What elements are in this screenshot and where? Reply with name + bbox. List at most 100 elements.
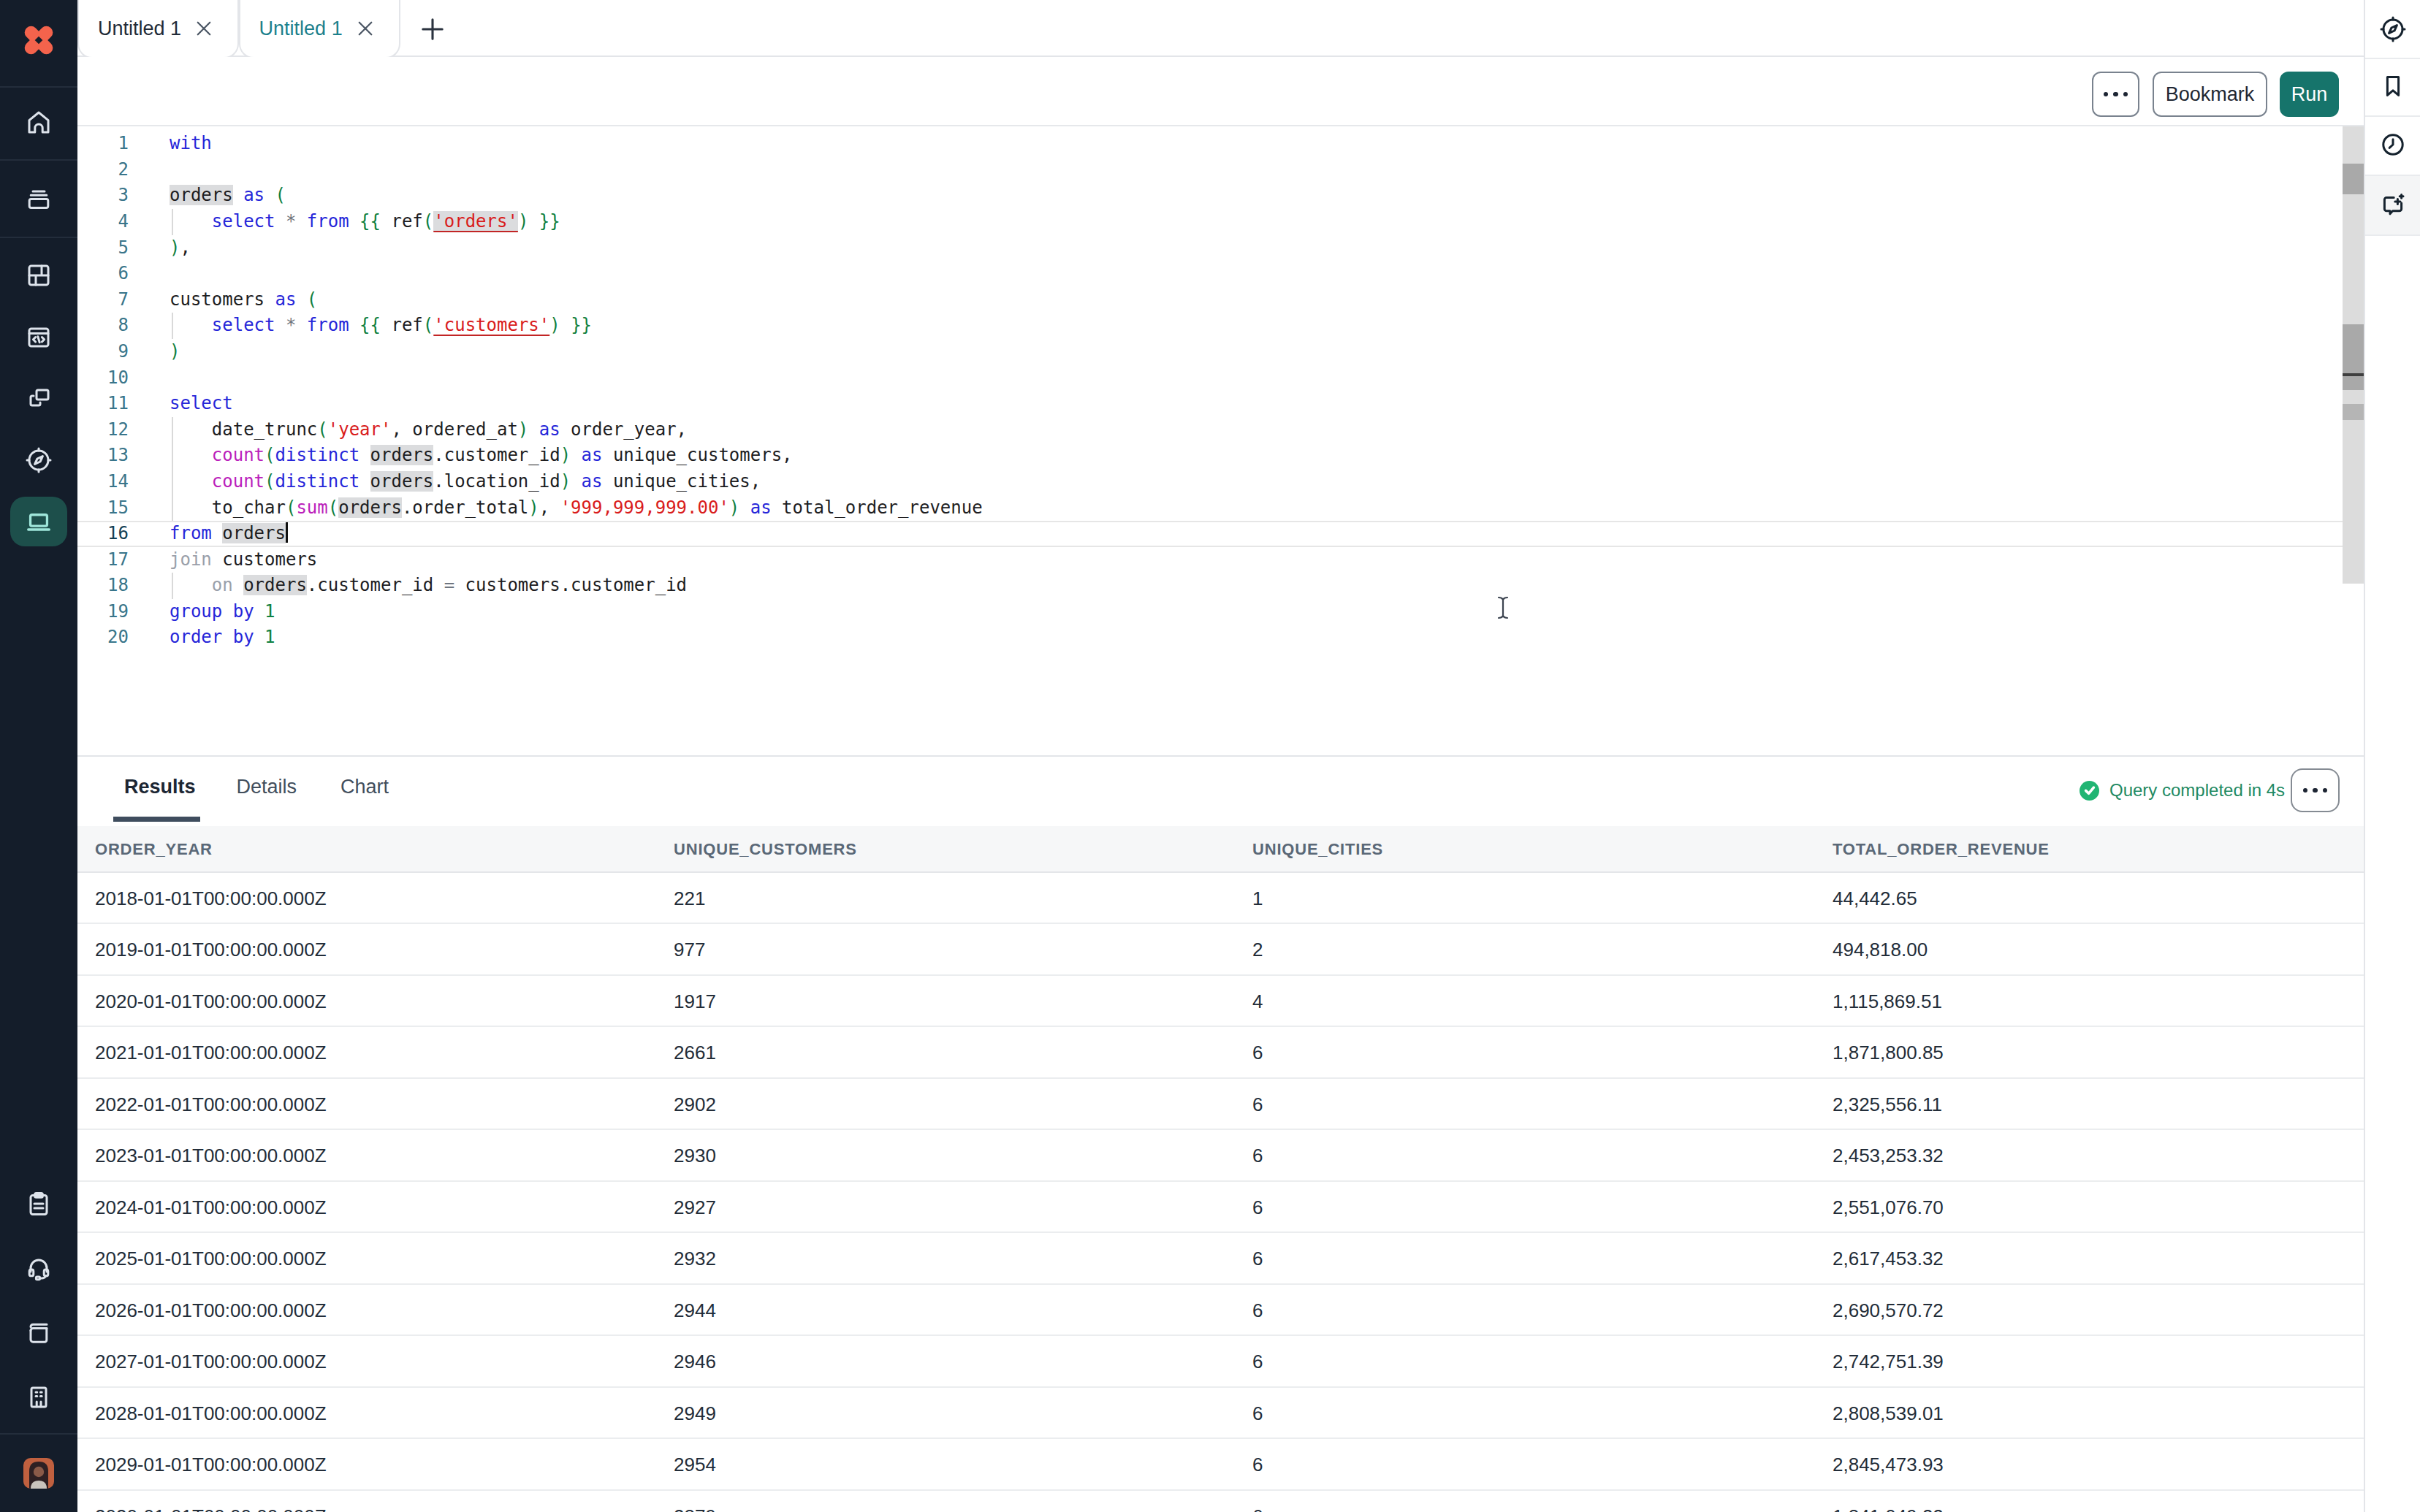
- column-header[interactable]: UNIQUE_CITIES: [1252, 826, 1383, 873]
- check-circle-icon: [2080, 781, 2099, 801]
- line-number-gutter: 1234567891011121314151617181920: [77, 131, 129, 651]
- sidebar-item-laptop-active[interactable]: [10, 497, 67, 546]
- right-sidebar-item-clock[interactable]: [2378, 130, 2408, 159]
- line-number: 8: [77, 313, 129, 339]
- scrollbar-cursor-mark: [2343, 373, 2364, 376]
- indent-guide: [172, 573, 173, 599]
- table-row[interactable]: 2025-01-01T00:00:00.000Z293262,617,453.3…: [77, 1233, 2364, 1285]
- sidebar-item-code-window[interactable]: [24, 323, 53, 352]
- table-row[interactable]: 2027-01-01T00:00:00.000Z294662,742,751.3…: [77, 1336, 2364, 1388]
- line-number: 15: [77, 495, 129, 522]
- table-row[interactable]: 2026-01-01T00:00:00.000Z294462,690,570.7…: [77, 1285, 2364, 1337]
- code-window-icon: [24, 323, 53, 352]
- headset-icon: [24, 1253, 53, 1283]
- sql-editor[interactable]: 1234567891011121314151617181920 withorde…: [77, 126, 2343, 755]
- tab-2[interactable]: Untitled 1: [239, 0, 400, 58]
- new-tab-button[interactable]: [416, 13, 449, 45]
- table-row[interactable]: 2028-01-01T00:00:00.000Z294962,808,539.0…: [77, 1388, 2364, 1440]
- table-cell: 221: [674, 873, 705, 925]
- right-sidebar-item-bookmark[interactable]: [2378, 72, 2408, 101]
- run-button[interactable]: Run: [2280, 72, 2339, 117]
- table-cell: 2018-01-01T00:00:00.000Z: [95, 873, 327, 925]
- close-icon[interactable]: [196, 20, 212, 37]
- code-line: count(distinct orders.location_id) as un…: [170, 469, 983, 495]
- table-row[interactable]: 2023-01-01T00:00:00.000Z293062,453,253.3…: [77, 1130, 2364, 1182]
- sidebar-item-home[interactable]: [24, 108, 53, 137]
- table-cell: 44,442.65: [1833, 873, 1917, 925]
- right-sidebar-item-ai-chat[interactable]: [2378, 190, 2408, 219]
- code-line: ): [170, 339, 983, 365]
- table-cell: 2030-01-01T00:00:00.000Z: [95, 1491, 327, 1512]
- sidebar-item-headset[interactable]: [24, 1253, 53, 1283]
- results-tab-details[interactable]: Details: [236, 776, 297, 798]
- hex-logo[interactable]: [19, 20, 58, 60]
- editor-scrollbar[interactable]: [2343, 126, 2364, 584]
- table-cell: 2021-01-01T00:00:00.000Z: [95, 1027, 327, 1079]
- sidebar-divider: [0, 86, 77, 88]
- table-row[interactable]: 2022-01-01T00:00:00.000Z290262,325,556.1…: [77, 1079, 2364, 1131]
- sidebar-item-book[interactable]: [24, 1318, 53, 1347]
- scrollbar-thumb[interactable]: [2343, 164, 2364, 194]
- right-sidebar-item-compass[interactable]: [2378, 15, 2408, 44]
- sidebar-item-compass[interactable]: [24, 446, 53, 475]
- table-cell: 2949: [674, 1388, 716, 1440]
- table-body: 2018-01-01T00:00:00.000Z 221 1 44,442.65201…: [77, 873, 2364, 1512]
- bookmark-button[interactable]: Bookmark: [2153, 72, 2267, 117]
- results-tab-chart[interactable]: Chart: [340, 776, 389, 798]
- line-number: 18: [77, 573, 129, 599]
- table-row[interactable]: 2030-01-01T00:00:00.000Z287961,841,049.3…: [77, 1491, 2364, 1512]
- table-cell: 2902: [674, 1079, 716, 1131]
- plus-icon: [416, 24, 449, 50]
- code-line: to_char(sum(orders.order_total), '999,99…: [170, 495, 983, 522]
- sidebar-item-archive[interactable]: [24, 184, 53, 213]
- close-icon[interactable]: [357, 20, 373, 37]
- sidebar-item-grid[interactable]: [24, 261, 53, 290]
- table-row[interactable]: 2019-01-01T00:00:00.000Z9772494,818.00: [77, 924, 2364, 976]
- table-cell: 2025-01-01T00:00:00.000Z: [95, 1233, 327, 1285]
- table-cell: 1: [1252, 873, 1263, 925]
- line-number: 2: [77, 157, 129, 183]
- table-row[interactable]: 2018-01-01T00:00:00.000Z 221 1 44,442.65: [77, 873, 2364, 925]
- clipboard-icon: [24, 1189, 53, 1218]
- right-sidebar: [2364, 0, 2420, 1512]
- column-header[interactable]: ORDER_YEAR: [95, 826, 213, 873]
- line-number: 20: [77, 625, 129, 651]
- sidebar-divider: [2365, 175, 2420, 176]
- table-row[interactable]: 2021-01-01T00:00:00.000Z266161,871,800.8…: [77, 1027, 2364, 1079]
- table-cell: 2932: [674, 1233, 716, 1285]
- table-row[interactable]: 2020-01-01T00:00:00.000Z191741,115,869.5…: [77, 976, 2364, 1028]
- sidebar-divider: [0, 237, 77, 238]
- sidebar-divider: [2365, 58, 2420, 59]
- sidebar-item-clipboard[interactable]: [24, 1189, 53, 1218]
- ellipsis-icon: [2104, 92, 2128, 96]
- table-cell: 2661: [674, 1027, 716, 1079]
- table-cell: 6: [1252, 1079, 1263, 1131]
- results-more-button[interactable]: [2291, 768, 2340, 812]
- book-icon: [24, 1318, 53, 1347]
- column-header[interactable]: UNIQUE_CUSTOMERS: [674, 826, 857, 873]
- results-tab-results[interactable]: Results: [124, 776, 196, 798]
- table-cell: 2954: [674, 1439, 716, 1491]
- query-status-text: Query completed in 4s: [2109, 780, 2285, 801]
- more-options-button[interactable]: [2092, 72, 2139, 117]
- column-header[interactable]: TOTAL_ORDER_REVENUE: [1833, 826, 2050, 873]
- table-row[interactable]: 2024-01-01T00:00:00.000Z292762,551,076.7…: [77, 1182, 2364, 1234]
- text-cursor-pointer: [1496, 596, 1510, 619]
- sidebar-item-windows[interactable]: [24, 383, 53, 413]
- grid-icon: [24, 261, 53, 290]
- code-line: [170, 157, 983, 183]
- building-icon: [24, 1383, 53, 1412]
- code-line: ),: [170, 235, 983, 261]
- table-row[interactable]: 2029-01-01T00:00:00.000Z295462,845,473.9…: [77, 1439, 2364, 1491]
- user-avatar[interactable]: [23, 1458, 54, 1489]
- table-cell: 1,841,049.32: [1833, 1491, 1944, 1512]
- sidebar-divider: [0, 159, 77, 161]
- line-number: 17: [77, 547, 129, 573]
- table-cell: 2026-01-01T00:00:00.000Z: [95, 1285, 327, 1337]
- tab-label: Untitled 1: [259, 18, 343, 40]
- code-line: date_trunc('year', ordered_at) as order_…: [170, 417, 983, 443]
- tab-1[interactable]: Untitled 1: [77, 0, 239, 58]
- sidebar-item-building[interactable]: [24, 1383, 53, 1412]
- sidebar-divider: [2365, 115, 2420, 117]
- indent-guide: [172, 313, 173, 339]
